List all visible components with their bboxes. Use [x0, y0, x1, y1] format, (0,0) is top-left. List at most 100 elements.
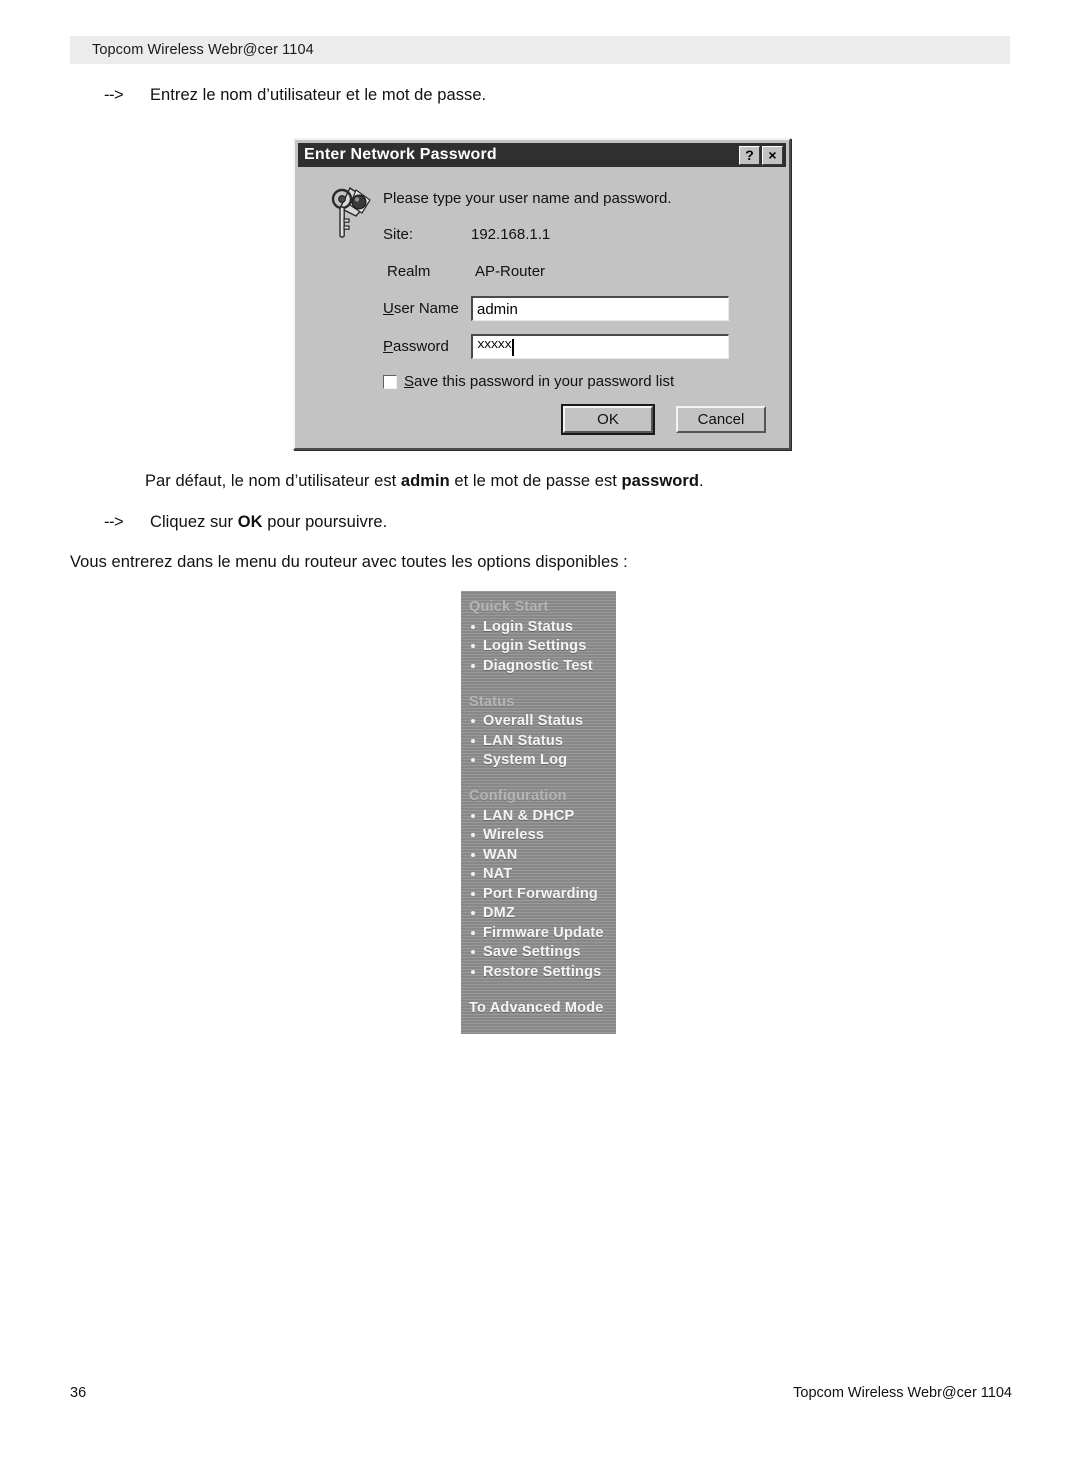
menu-item-label: Diagnostic Test — [483, 657, 593, 674]
password-label-mnemonic: P — [383, 338, 394, 355]
bullet-icon — [471, 833, 475, 838]
realm-row: Realm AP-Router — [383, 263, 545, 280]
instruction-enter-credentials-text: Entrez le nom d’utilisateur et le mot de… — [150, 86, 487, 104]
menu-item-wan[interactable]: WAN — [461, 845, 616, 865]
menu-section-divider — [461, 982, 616, 1000]
dialog-titlebar: Enter Network Password ? × — [298, 143, 786, 167]
instruction-default-credentials: Par défaut, le nom d’utilisateur est adm… — [145, 472, 704, 491]
close-icon[interactable]: × — [762, 145, 783, 165]
default-creds-prefix: Par défaut, le nom d’utilisateur est — [145, 472, 401, 490]
default-creds-middle: et le mot de passe est — [449, 472, 622, 490]
page-header-title: Topcom Wireless Webr@cer 1104 — [92, 42, 314, 58]
bullet-icon — [471, 813, 475, 818]
menu-item-lan-dhcp[interactable]: LAN & DHCP — [461, 806, 616, 826]
menu-item-login-status[interactable]: Login Status — [461, 617, 616, 637]
bullet-icon — [471, 950, 475, 955]
save-password-label: Save this password in your password list — [404, 373, 674, 390]
menu-item-overall-status[interactable]: Overall Status — [461, 712, 616, 732]
bullet-icon — [471, 852, 475, 857]
bullet-icon — [471, 969, 475, 974]
realm-value: AP-Router — [475, 263, 546, 280]
bullet-icon — [471, 758, 475, 763]
menu-item-restore-settings[interactable]: Restore Settings — [461, 962, 616, 982]
menu-item-label: NAT — [483, 866, 513, 883]
section-title-status: Status — [469, 693, 515, 710]
page-number: 36 — [70, 1385, 87, 1401]
bullet-icon — [471, 872, 475, 877]
username-label-mnemonic: U — [383, 300, 394, 317]
save-password-row[interactable]: Save this password in your password list — [383, 373, 674, 390]
dialog-button-bar: OK Cancel — [561, 404, 766, 435]
menu-item-save-settings[interactable]: Save Settings — [461, 943, 616, 963]
save-password-label-rest: ave this password in your password list — [414, 373, 675, 390]
menu-item-label: Firmware Update — [483, 924, 604, 941]
footer-title: Topcom Wireless Webr@cer 1104 — [793, 1385, 1012, 1401]
help-icon[interactable]: ? — [739, 145, 760, 165]
save-password-checkbox[interactable] — [383, 374, 397, 389]
bullet-icon — [471, 624, 475, 629]
realm-label: Realm — [387, 263, 431, 280]
menu-item-label: LAN & DHCP — [483, 807, 575, 824]
menu-item-firmware-update[interactable]: Firmware Update — [461, 923, 616, 943]
section-title-configuration: Configuration — [469, 788, 567, 804]
dialog-prompt-text: Please type your user name and password. — [383, 190, 672, 207]
key-and-globe-icon — [331, 186, 371, 238]
username-label-rest: ser Name — [393, 300, 459, 317]
menu-item-system-log[interactable]: System Log — [461, 751, 616, 771]
password-input-value: xxxxx — [477, 336, 512, 352]
menu-item-label: Login Settings — [483, 638, 587, 655]
menu-item-label: System Log — [483, 752, 568, 769]
password-input[interactable]: xxxxx — [471, 334, 729, 359]
password-label-rest: assword — [393, 338, 449, 355]
bullet-icon — [471, 663, 475, 668]
password-label: Password — [383, 338, 471, 355]
instruction-click-ok: --> Cliquez sur OK pour poursuivre. — [104, 513, 387, 532]
ok-button[interactable]: OK — [561, 404, 655, 435]
section-title-quick-start: Quick Start — [469, 599, 549, 615]
click-ok-prefix: Cliquez sur — [150, 513, 238, 531]
menu-item-port-forwarding[interactable]: Port Forwarding — [461, 884, 616, 904]
menu-item-label: Restore Settings — [483, 963, 602, 980]
menu-item-label: Port Forwarding — [483, 885, 598, 902]
menu-item-label: DMZ — [483, 905, 516, 922]
menu-item-label: WAN — [483, 846, 518, 863]
bullet-icon — [471, 738, 475, 743]
router-menu-section-configuration: Configuration LAN & DHCP Wireless WAN NA… — [461, 788, 616, 982]
router-menu-section-status: Status Overall Status LAN Status System … — [461, 694, 616, 771]
menu-item-label: Overall Status — [483, 713, 584, 730]
site-row: Site: 192.168.1.1 — [383, 226, 550, 243]
default-username-bold: admin — [400, 472, 450, 490]
click-ok-bold: OK — [237, 513, 263, 531]
menu-item-label: Wireless — [483, 827, 545, 844]
menu-item-nat[interactable]: NAT — [461, 865, 616, 885]
menu-item-label: Save Settings — [483, 944, 581, 961]
instruction-router-menu-intro: Vous entrerez dans le menu du routeur av… — [70, 553, 628, 571]
to-advanced-mode-link[interactable]: To Advanced Mode — [461, 1000, 616, 1016]
dialog-title: Enter Network Password — [304, 146, 497, 163]
page-header-band: Topcom Wireless Webr@cer 1104 — [70, 36, 1010, 64]
username-field-row: User Name admin — [383, 296, 729, 321]
menu-section-divider — [461, 770, 616, 788]
cancel-button[interactable]: Cancel — [676, 406, 766, 433]
username-label: User Name — [383, 300, 471, 317]
save-password-label-mnemonic: S — [404, 373, 415, 390]
menu-item-dmz[interactable]: DMZ — [461, 904, 616, 924]
menu-item-label: LAN Status — [483, 732, 564, 749]
site-value: 192.168.1.1 — [471, 226, 551, 243]
menu-item-wireless[interactable]: Wireless — [461, 826, 616, 846]
bullet-icon — [471, 891, 475, 896]
menu-item-lan-status[interactable]: LAN Status — [461, 731, 616, 751]
bullet-icon — [471, 930, 475, 935]
menu-section-divider — [461, 676, 616, 694]
menu-item-label: Login Status — [483, 618, 574, 635]
default-creds-end: . — [698, 472, 704, 490]
menu-item-diagnostic-test[interactable]: Diagnostic Test — [461, 656, 616, 676]
menu-item-login-settings[interactable]: Login Settings — [461, 637, 616, 657]
router-menu-section-quick-start: Quick Start Login Status Login Settings … — [461, 599, 616, 676]
username-input-value: admin — [477, 300, 518, 318]
enter-network-password-dialog: Enter Network Password ? × Please type y… — [293, 138, 791, 450]
default-password-bold: password — [621, 472, 699, 490]
username-input[interactable]: admin — [471, 296, 729, 321]
instruction-enter-credentials: --> Entrez le nom d’utilisateur et le mot… — [104, 86, 486, 105]
click-ok-suffix: pour poursuivre. — [262, 513, 388, 531]
